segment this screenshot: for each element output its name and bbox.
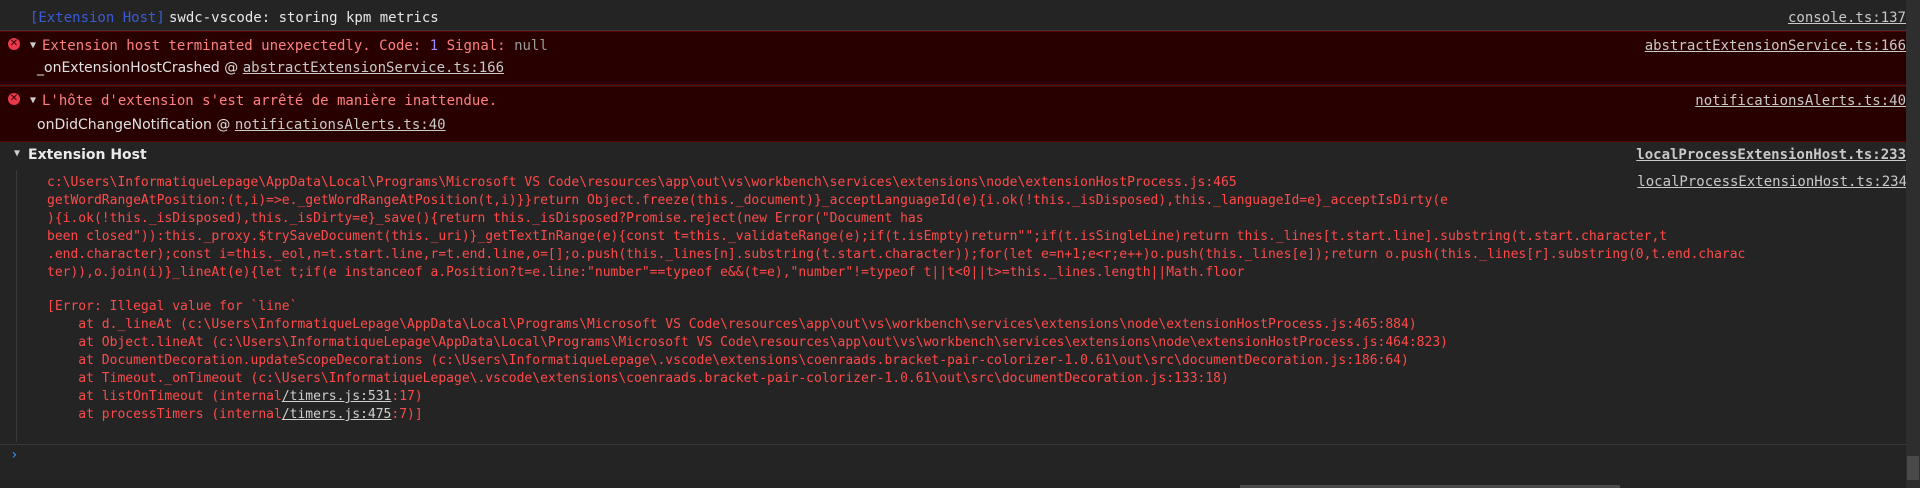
log-context: [Extension Host]: [30, 10, 165, 26]
console-error-row-crash: ✕ ▼ Extension host terminated unexpected…: [0, 31, 1906, 85]
code-line: ){i.ok(!this._isDisposed),this._isDirty=…: [47, 211, 924, 226]
expand-triangle-icon[interactable]: ▼: [30, 40, 36, 51]
code-line: ter)),o.join(i)}_lineAt(e){let t;if(e in…: [47, 265, 1245, 280]
stack-timer2-link[interactable]: /timers.js:475: [282, 407, 392, 422]
error-header: [Error: Illegal value for `line`: [47, 299, 298, 314]
notification-source-link[interactable]: notificationsAlerts.ts:40: [1695, 93, 1906, 109]
error-code-snippet: c:\Users\InformatiqueLepage\AppData\Loca…: [47, 174, 1745, 282]
console-prompt-row[interactable]: ›: [0, 444, 1906, 467]
error-icon: ✕: [8, 38, 20, 50]
console-group-body: localProcessExtensionHost.ts:234 c:\User…: [16, 170, 1907, 442]
error-icon: ✕: [8, 93, 20, 105]
code-line: c:\Users\InformatiqueLepage\AppData\Loca…: [47, 175, 1237, 190]
console-error-row-notification: ✕ ▼ L'hôte d'extension s'est arrêté de m…: [0, 86, 1906, 142]
crash-source-link[interactable]: abstractExtensionService.ts:166: [1645, 38, 1906, 54]
log-source-link[interactable]: console.ts:137: [1788, 10, 1906, 26]
stack-lines: at d._lineAt (c:\Users\InformatiqueLepag…: [47, 317, 1448, 386]
notification-trace-fn: onDidChangeNotification @: [37, 117, 231, 133]
log-message: swdc-vscode: storing kpm metrics: [169, 10, 439, 26]
stack-frame: at Object.lineAt (c:\Users\InformatiqueL…: [78, 335, 1448, 350]
code-line: getWordRangeAtPosition:(t,i)=>e._getWord…: [47, 193, 1448, 208]
scrollbar-thumb[interactable]: [1907, 456, 1919, 480]
group-title: Extension Host: [28, 147, 147, 163]
crash-text: Extension host terminated unexpectedly. …: [42, 38, 422, 54]
collapse-triangle-icon[interactable]: ▼: [14, 148, 20, 159]
group-source-link[interactable]: localProcessExtensionHost.ts:233: [1636, 147, 1906, 163]
stack-timer1-prefix: at listOnTimeout (internal: [47, 389, 282, 404]
crash-signal-label: Signal:: [446, 38, 506, 54]
code-line: been closed")):this._proxy.$trySaveDocum…: [47, 229, 1668, 244]
prompt-chevron-icon: ›: [10, 447, 19, 463]
expand-triangle-icon[interactable]: ▼: [30, 95, 36, 106]
stack-timer2-suffix: :7)]: [391, 407, 423, 422]
stack-timer1-link[interactable]: /timers.js:531: [282, 389, 392, 404]
crash-signal-value: null: [514, 38, 548, 54]
vertical-scrollbar[interactable]: [1906, 0, 1920, 488]
crash-code: 1: [429, 38, 439, 54]
notification-trace-link[interactable]: notificationsAlerts.ts:40: [235, 117, 446, 133]
notification-trace: onDidChangeNotification @ notificationsA…: [37, 117, 446, 133]
stack-timer2-prefix: at processTimers (internal: [47, 407, 282, 422]
stack-frame: at DocumentDecoration.updateScopeDecorat…: [78, 353, 1409, 368]
crash-trace: _onExtensionHostCrashed @ abstractExtens…: [37, 60, 504, 76]
console-group-header[interactable]: ▼ Extension Host localProcessExtensionHo…: [0, 144, 1906, 168]
stack-frame: at Timeout._onTimeout (c:\Users\Informat…: [78, 371, 1229, 386]
code-line: .end.character);const i=this._eol,n=t.st…: [47, 247, 1746, 262]
crash-trace-fn: _onExtensionHostCrashed @: [37, 60, 239, 76]
console-log-row: [Extension Host] swdc-vscode: storing kp…: [0, 0, 1906, 31]
stack-frame: at d._lineAt (c:\Users\InformatiqueLepag…: [78, 317, 1417, 332]
stack-timer1-suffix: :17): [391, 389, 423, 404]
crash-message: Extension host terminated unexpectedly. …: [42, 38, 548, 54]
notification-message: L'hôte d'extension s'est arrêté de maniè…: [42, 93, 498, 109]
error-stack: [Error: Illegal value for `line` at d._l…: [47, 298, 1448, 424]
crash-trace-link[interactable]: abstractExtensionService.ts:166: [243, 60, 504, 76]
